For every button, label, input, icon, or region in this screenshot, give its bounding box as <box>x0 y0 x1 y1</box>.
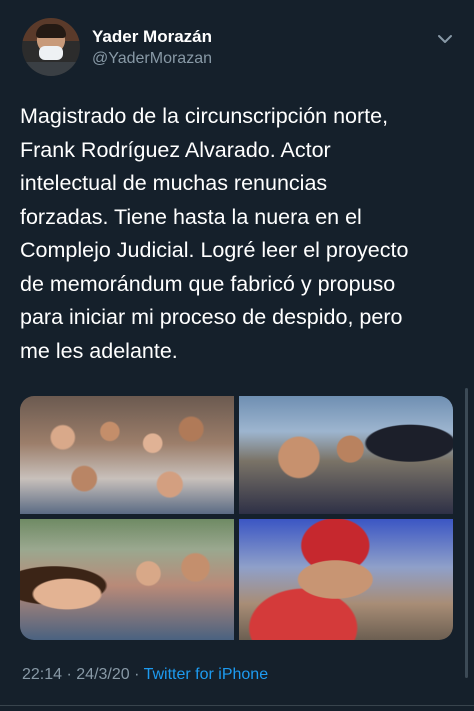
scrollbar[interactable] <box>465 388 468 678</box>
photo-crowd[interactable] <box>20 396 234 514</box>
chevron-down-icon[interactable] <box>434 28 456 50</box>
tweet-source-link[interactable]: Twitter for iPhone <box>144 666 269 683</box>
avatar-mask <box>39 46 63 60</box>
tweet-text: Magistrado de la circunscripción norte, … <box>20 104 409 363</box>
divider <box>0 705 474 706</box>
media-grid <box>20 396 453 640</box>
tweet-header: Yader Morazán @YaderMorazan <box>0 0 474 90</box>
avatar[interactable] <box>22 18 80 76</box>
photo-rally-gesture[interactable] <box>239 396 453 514</box>
meta-separator-2: · <box>129 666 144 683</box>
avatar-hair <box>36 24 66 38</box>
meta-separator: · <box>62 666 77 683</box>
tweet-footer: 22:14 · 24/3/20 · Twitter for iPhone <box>22 666 268 684</box>
photo-man-red-cap[interactable] <box>239 519 453 640</box>
author-handle[interactable]: @YaderMorazan <box>92 50 212 68</box>
photo-selfie-crowd[interactable] <box>20 519 234 640</box>
tweet-time: 22:14 <box>22 666 63 683</box>
avatar-shirt <box>22 62 80 76</box>
tweet-date[interactable]: 24/3/20 <box>76 666 129 683</box>
author-name[interactable]: Yader Morazán <box>92 27 212 47</box>
